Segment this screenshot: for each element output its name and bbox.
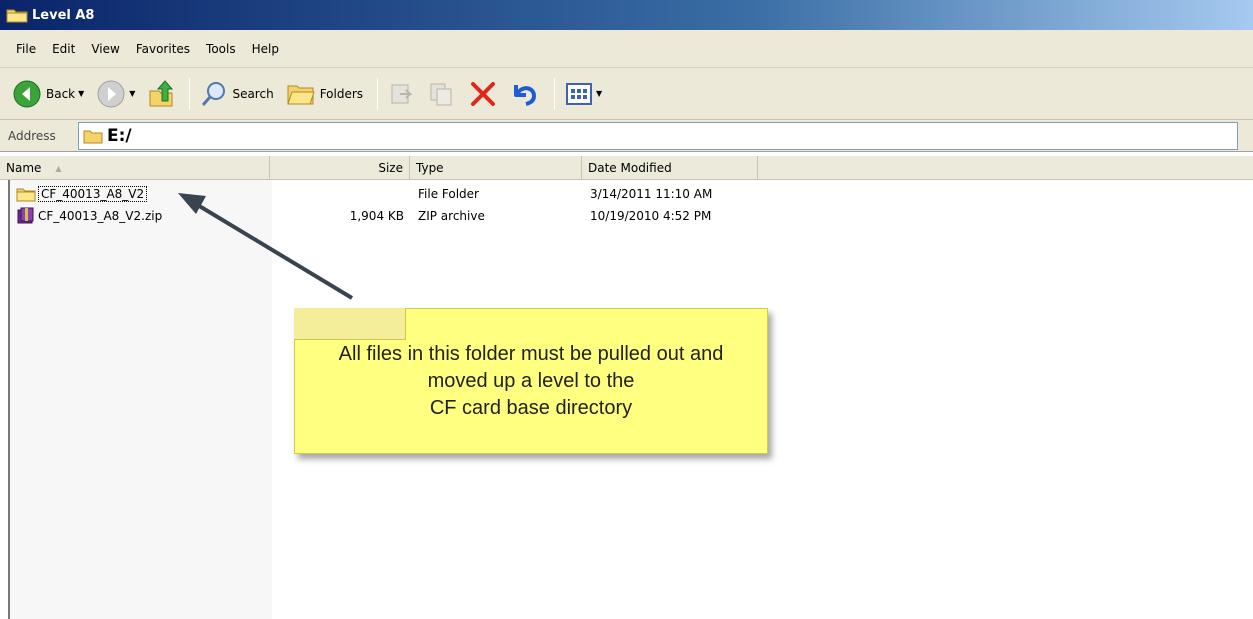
menu-tools[interactable]: Tools [198, 38, 244, 60]
file-date: 10/19/2010 4:52 PM [590, 209, 712, 223]
column-header-date-modified[interactable]: Date Modified [582, 156, 758, 180]
copy-to-icon [430, 83, 452, 105]
file-name: CF_40013_A8_V2.zip [38, 209, 163, 223]
menu-help[interactable]: Help [244, 38, 287, 60]
file-size: 1,904 KB [349, 209, 404, 223]
file-size [270, 184, 404, 204]
file-name-cell[interactable]: CF_40013_A8_V2 [16, 184, 271, 204]
column-size-label: Size [378, 161, 403, 175]
toolbar: Back ▼ ▼ Search Folders ▼ [0, 68, 1253, 120]
views-button[interactable]: ▼ [561, 76, 606, 112]
sort-ascending-icon: ▲ [55, 163, 62, 173]
menu-file[interactable]: File [8, 38, 44, 60]
forward-arrow-icon [97, 80, 125, 107]
column-header-type[interactable]: Type [410, 156, 582, 180]
up-folder-icon [149, 79, 174, 106]
toolbar-separator [554, 77, 556, 110]
callout-line-3: CF card base directory [429, 396, 633, 419]
file-name-cell[interactable]: CF_40013_A8_V2.zip [16, 206, 271, 226]
column-name-label: Name [6, 161, 42, 175]
menu-favorites[interactable]: Favorites [128, 38, 198, 60]
back-label: Back [46, 86, 76, 101]
callout-line-1: All files in this folder must be pulled … [338, 342, 724, 365]
chevron-down-icon[interactable]: ▼ [78, 89, 84, 98]
undo-icon [514, 84, 537, 106]
folders-button[interactable]: Folders [282, 76, 367, 112]
menu-edit[interactable]: Edit [44, 38, 83, 60]
window-title: Level A8 [32, 7, 95, 23]
delete-button[interactable] [464, 76, 502, 112]
folder-icon [83, 130, 103, 144]
address-label: Address [8, 128, 56, 143]
zip-archive-icon [17, 207, 34, 224]
address-input[interactable]: E:/ [78, 122, 1238, 150]
file-date: 3/14/2011 11:10 AM [590, 187, 713, 201]
back-button[interactable]: Back ▼ [8, 76, 88, 112]
folders-icon [286, 85, 315, 104]
search-button[interactable]: Search [196, 76, 277, 112]
delete-x-icon [471, 81, 496, 106]
up-folder-button[interactable] [143, 76, 179, 112]
column-headers: Name ▲ Size Type Date Modified [0, 156, 1253, 180]
move-to-button[interactable] [384, 76, 420, 112]
undo-button[interactable] [506, 76, 544, 112]
column-type-label: Type [416, 161, 444, 175]
folder-icon [6, 9, 28, 23]
search-label: Search [232, 86, 274, 101]
address-value: E:/ [107, 126, 132, 146]
callout-folded-corner [294, 308, 406, 340]
folders-label: Folders [319, 86, 364, 101]
search-icon [202, 81, 226, 106]
menu-view[interactable]: View [83, 38, 127, 60]
chevron-down-icon[interactable]: ▼ [129, 89, 135, 98]
file-type: ZIP archive [418, 209, 485, 223]
chevron-down-icon[interactable]: ▼ [596, 89, 602, 98]
file-row[interactable]: CF_40013_A8_V2 File Folder 3/14/2011 11:… [0, 184, 1253, 204]
title-bar[interactable]: Level A8 [0, 0, 1253, 30]
column-date-label: Date Modified [588, 161, 672, 175]
folder-icon [16, 188, 36, 202]
forward-button[interactable]: ▼ [92, 76, 139, 112]
toolbar-separator [189, 77, 191, 110]
column-header-name[interactable]: Name ▲ [0, 156, 270, 180]
column-header-size[interactable]: Size [270, 156, 410, 180]
file-row[interactable]: CF_40013_A8_V2.zip 1,904 KB ZIP archive … [0, 206, 1253, 226]
file-name: CF_40013_A8_V2 [38, 186, 148, 202]
back-arrow-icon [13, 80, 41, 107]
address-bar: Address E:/ [0, 120, 1253, 152]
window-border [8, 180, 10, 619]
move-to-icon [391, 84, 413, 103]
copy-to-button[interactable] [424, 76, 460, 112]
menu-bar: File Edit View Favorites Tools Help [0, 30, 1253, 68]
sorted-column-shade [10, 180, 272, 619]
callout-line-2: moved up a level to the [427, 369, 635, 392]
views-grid-icon [566, 82, 593, 105]
toolbar-separator [377, 77, 379, 110]
file-type: File Folder [418, 187, 479, 201]
